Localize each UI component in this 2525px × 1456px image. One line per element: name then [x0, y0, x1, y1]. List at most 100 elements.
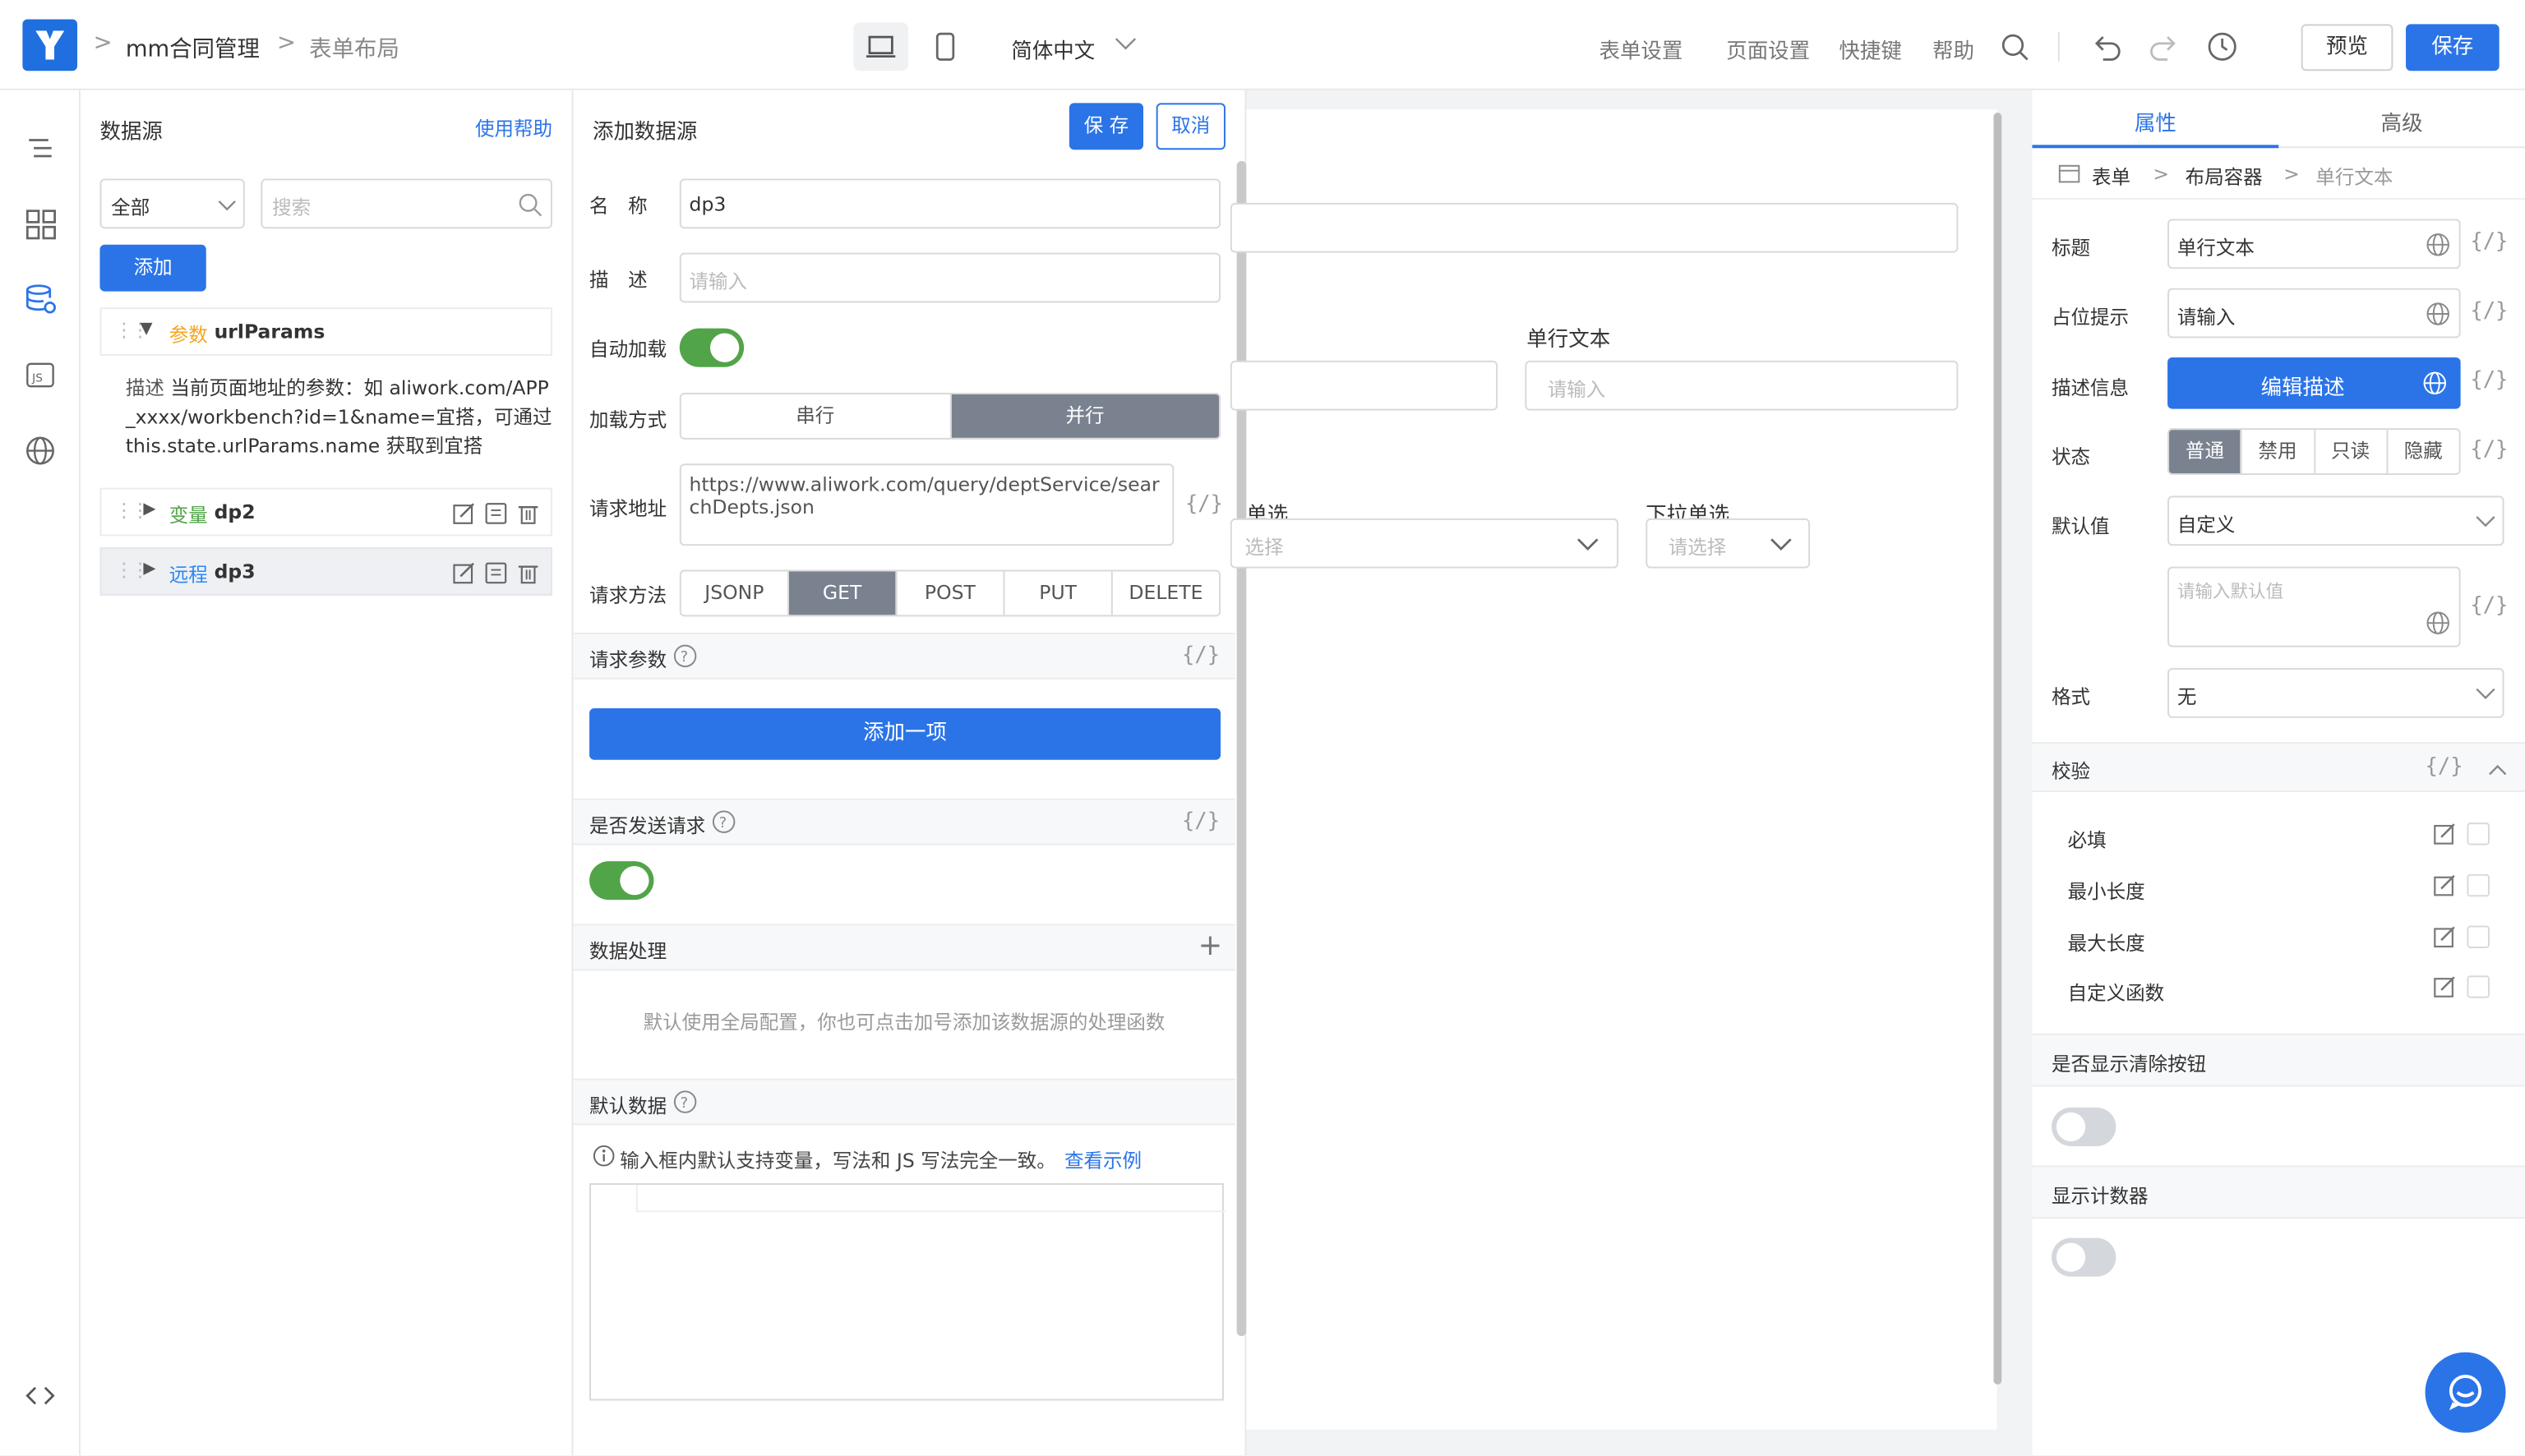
desc-input[interactable]: 请输入 [679, 252, 1221, 303]
menu-help[interactable]: 帮助 [1932, 34, 1974, 64]
edit-desc-button[interactable]: 编辑描述 [2167, 357, 2461, 409]
url-textarea[interactable]: https://www.aliwork.com/query/deptServic… [679, 463, 1175, 546]
format-select[interactable]: 无 [2167, 668, 2504, 718]
save-datasource-button[interactable]: 保 存 [1069, 103, 1144, 150]
state-hidden[interactable]: 隐藏 [2388, 430, 2459, 473]
js-icon[interactable]: JS [22, 357, 58, 393]
load-mode-serial[interactable]: 串行 [681, 394, 951, 438]
edit-icon[interactable] [451, 500, 477, 526]
components-grid-icon[interactable] [22, 206, 58, 242]
help-circle-icon[interactable]: ? [712, 809, 736, 833]
variable-binding-icon[interactable]: {/} [1182, 644, 1220, 668]
load-mode-segmented[interactable]: 串行 并行 [679, 393, 1221, 440]
drag-handle-icon[interactable]: ⋮⋮ [114, 559, 150, 581]
globe-icon[interactable] [2426, 232, 2451, 257]
clear-button-toggle[interactable] [2052, 1107, 2116, 1146]
load-mode-parallel[interactable]: 并行 [950, 394, 1220, 438]
edit-icon[interactable] [2431, 974, 2457, 999]
globe-icon[interactable] [22, 433, 58, 468]
redo-icon[interactable] [2149, 32, 2181, 61]
help-circle-icon[interactable]: ? [673, 1090, 697, 1113]
send-request-toggle[interactable] [589, 861, 654, 901]
caret-right-icon[interactable]: ▶ [143, 560, 155, 578]
copy-icon[interactable] [483, 500, 509, 526]
form-field-input[interactable] [1230, 202, 1959, 253]
rule-checkbox[interactable] [2467, 925, 2490, 948]
search-input[interactable]: 搜索 [261, 178, 553, 229]
method-segmented[interactable]: JSONP GET POST PUT DELETE [679, 569, 1221, 617]
method-get[interactable]: GET [789, 571, 898, 615]
tab-advanced[interactable]: 高级 [2278, 106, 2525, 136]
default-mode-select[interactable]: 自定义 [2167, 495, 2504, 546]
state-readonly[interactable]: 只读 [2315, 430, 2388, 474]
state-normal[interactable]: 普通 [2169, 430, 2242, 474]
default-data-editor[interactable] [589, 1183, 1226, 1401]
radio-select[interactable]: 选择 [1230, 518, 1618, 569]
outline-tree-icon[interactable] [22, 131, 58, 166]
default-value-input[interactable]: 请输入默认值 [2167, 566, 2461, 647]
text-field-input[interactable]: 请输入 [1525, 360, 1959, 411]
name-input[interactable]: dp3 [679, 178, 1221, 229]
method-jsonp[interactable]: JSONP [681, 571, 790, 615]
validation-header[interactable]: 校验 {/} [2032, 742, 2525, 792]
datasource-icon[interactable] [22, 282, 58, 317]
delete-icon[interactable] [515, 560, 541, 586]
breadcrumb-app[interactable]: mm合同管理 [126, 32, 260, 64]
cancel-button[interactable]: 取消 [1156, 103, 1226, 150]
language-select[interactable]: 简体中文 [1011, 34, 1095, 64]
filter-select[interactable]: 全部 [99, 178, 245, 229]
title-input[interactable]: 单行文本 [2167, 219, 2461, 270]
add-item-button[interactable]: 添加一项 [589, 708, 1221, 760]
edit-icon[interactable] [2431, 821, 2457, 846]
chevron-up-icon[interactable] [2488, 763, 2508, 776]
menu-page-settings[interactable]: 页面设置 [1726, 34, 1810, 64]
save-button[interactable]: 保存 [2406, 24, 2500, 71]
variable-binding-icon[interactable]: {/} [1182, 809, 1220, 833]
edit-icon[interactable] [2431, 924, 2457, 950]
rule-checkbox[interactable] [2467, 822, 2490, 845]
plus-icon[interactable]: + [1198, 928, 1223, 962]
globe-icon[interactable] [2426, 611, 2451, 636]
example-link[interactable]: 查看示例 [1064, 1146, 1142, 1173]
menu-shortcuts[interactable]: 快捷键 [1839, 34, 1901, 64]
variable-binding-icon[interactable]: {/} [2470, 369, 2508, 393]
dropdown-select[interactable]: 请选择 [1646, 518, 1811, 569]
caret-right-icon[interactable]: ▶ [143, 500, 155, 518]
method-post[interactable]: POST [897, 571, 1005, 615]
undo-icon[interactable] [2090, 32, 2122, 61]
help-circle-icon[interactable]: ? [673, 644, 697, 668]
variable-binding-icon[interactable]: {/} [2470, 299, 2508, 323]
edit-icon[interactable] [2431, 873, 2457, 898]
crumb-form[interactable]: 表单 [2092, 163, 2130, 190]
help-link[interactable]: 使用帮助 [475, 114, 552, 141]
menu-form-settings[interactable]: 表单设置 [1599, 34, 1683, 64]
delete-icon[interactable] [515, 500, 541, 526]
desktop-view-button[interactable] [853, 22, 908, 71]
variable-binding-icon[interactable]: {/} [2470, 594, 2508, 618]
add-datasource-button[interactable]: 添加 [99, 244, 206, 292]
method-put[interactable]: PUT [1005, 571, 1113, 615]
datasource-item[interactable]: ⋮⋮ ▶ 变量 dp2 [99, 487, 553, 537]
state-disabled[interactable]: 禁用 [2242, 430, 2315, 474]
canvas-scrollbar[interactable] [1993, 113, 2002, 1385]
copy-icon[interactable] [483, 560, 509, 586]
app-logo[interactable] [22, 19, 78, 71]
placeholder-input[interactable]: 请输入 [2167, 288, 2461, 339]
globe-icon[interactable] [2426, 301, 2451, 326]
variable-binding-icon[interactable]: {/} [1185, 493, 1223, 517]
autoload-toggle[interactable] [679, 328, 745, 367]
edit-icon[interactable] [451, 560, 477, 586]
variable-binding-icon[interactable]: {/} [2470, 230, 2508, 254]
rule-checkbox[interactable] [2467, 975, 2490, 998]
preview-button[interactable]: 预览 [2301, 24, 2393, 71]
state-segmented[interactable]: 普通 禁用 只读 隐藏 [2167, 428, 2461, 475]
history-icon[interactable] [2206, 30, 2238, 62]
variable-binding-icon[interactable]: {/} [2470, 438, 2508, 462]
scrollbar[interactable] [1236, 160, 1247, 1337]
datasource-item[interactable]: ⋮⋮ ▼ 参数 urlParams [99, 307, 553, 356]
crumb-layout[interactable]: 布局容器 [2186, 163, 2263, 190]
customer-service-button[interactable] [2425, 1352, 2506, 1433]
tab-properties[interactable]: 属性 [2032, 106, 2278, 136]
breadcrumb-page[interactable]: 表单布局 [309, 32, 399, 64]
method-delete[interactable]: DELETE [1113, 572, 1219, 615]
